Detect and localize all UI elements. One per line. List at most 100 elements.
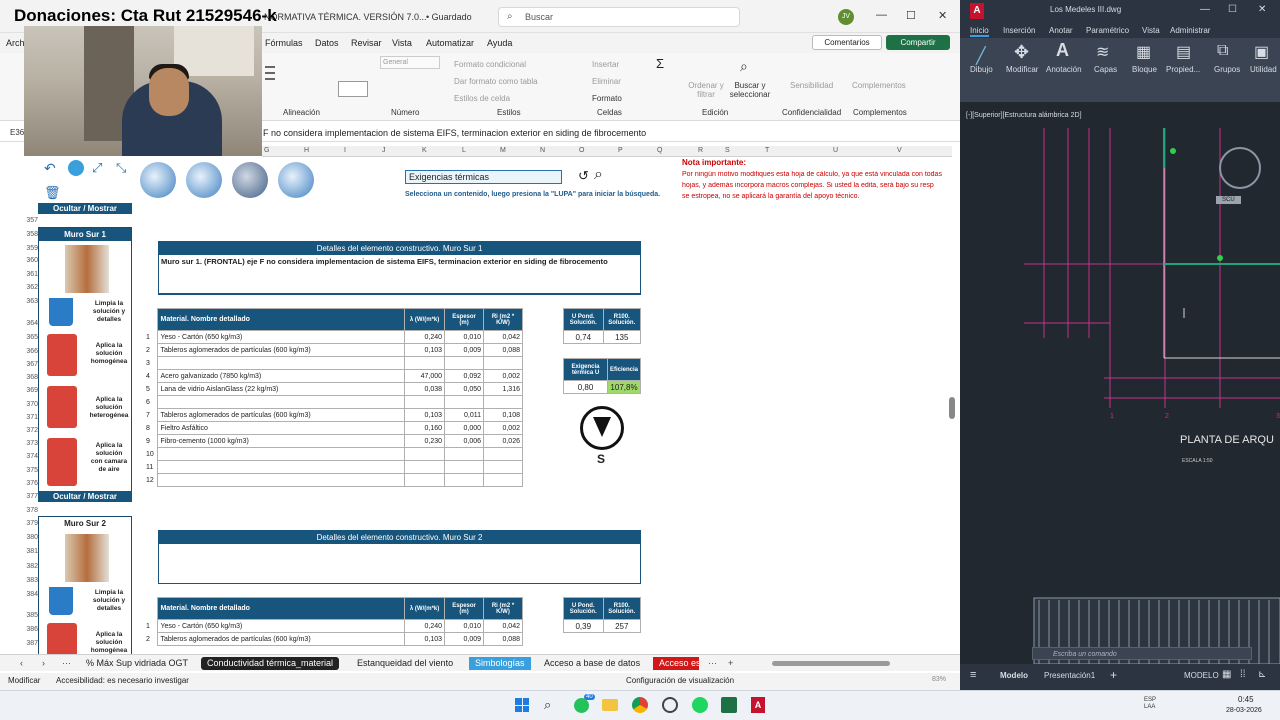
row-number[interactable]: 366: [24, 348, 38, 355]
avatar[interactable]: JV: [838, 9, 854, 25]
undo-icon[interactable]: ↶: [44, 160, 56, 177]
tab-acceso-es[interactable]: Acceso es: [653, 657, 699, 670]
chrome-icon[interactable]: [632, 697, 648, 713]
snap-icon[interactable]: ⁞⁞: [1240, 669, 1246, 680]
groups-icon[interactable]: ⧉: [1217, 42, 1228, 60]
tool-grupos[interactable]: Grupos: [1214, 65, 1240, 74]
col-header[interactable]: T: [765, 147, 769, 154]
menu-datos[interactable]: Datos: [315, 38, 339, 48]
row-number[interactable]: 361: [24, 271, 38, 278]
delete-cells[interactable]: Eliminar: [592, 77, 621, 86]
language-indicator[interactable]: ESP LAA: [1144, 697, 1162, 711]
apply-air-icon[interactable]: [47, 438, 77, 486]
row-number[interactable]: 377: [24, 493, 38, 500]
status-display-config[interactable]: Configuración de visualización: [626, 676, 734, 685]
tab-acceso-bd[interactable]: Acceso a base de datos: [538, 657, 646, 670]
col-header[interactable]: N: [540, 147, 545, 154]
explorer-icon[interactable]: [602, 699, 618, 711]
close-icon[interactable]: ✕: [938, 9, 947, 22]
autocad-drawing-canvas[interactable]: [-][Superior][Estructura alámbrica 2D] 1…: [964, 108, 1280, 664]
row-number[interactable]: 369: [24, 387, 38, 394]
search-icon[interactable]: ⌕: [544, 697, 551, 713]
maximize-icon[interactable]: ☐: [906, 9, 916, 22]
more-sheets-icon[interactable]: ···: [56, 657, 77, 670]
trash-icon[interactable]: 🗑: [44, 185, 61, 201]
acad-tab-vista[interactable]: Vista: [1142, 26, 1160, 35]
grid-icon[interactable]: ▦: [1222, 669, 1231, 680]
tab-estanqueidad[interactable]: Estanqueidad del viento: [351, 657, 459, 670]
clock-time[interactable]: 0:45: [1238, 695, 1254, 704]
row-number[interactable]: 378: [24, 507, 38, 514]
app-icon[interactable]: [662, 697, 678, 713]
acad-tab-anotar[interactable]: Anotar: [1049, 26, 1073, 35]
tab-simbologias[interactable]: Simbologías: [469, 657, 531, 670]
insert-cells[interactable]: Insertar: [592, 60, 619, 69]
save-macro-icon[interactable]: [68, 160, 84, 176]
prev-sheet-icon[interactable]: ‹: [14, 657, 29, 670]
tab-modelo[interactable]: Modelo: [1000, 671, 1028, 680]
minimize-icon[interactable]: —: [876, 9, 887, 21]
globe-icon-4[interactable]: [278, 162, 314, 198]
row-number[interactable]: 358: [24, 231, 38, 238]
acad-tab-insercion[interactable]: Inserción: [1003, 26, 1035, 35]
scu-badge[interactable]: SCU: [1216, 196, 1241, 204]
autocad-taskbar-icon[interactable]: A: [751, 697, 765, 713]
row-number[interactable]: 376: [24, 480, 38, 487]
acad-minimize-icon[interactable]: —: [1200, 4, 1210, 15]
row-number[interactable]: 368: [24, 374, 38, 381]
row-number[interactable]: 364: [24, 320, 38, 327]
apply-homo-icon[interactable]: [47, 623, 77, 657]
tool-propiedades[interactable]: Propied...: [1166, 65, 1200, 74]
muro1-details-text[interactable]: Muro sur 1. (FRONTAL) eje F no considera…: [159, 255, 640, 268]
model-space-button[interactable]: MODELO: [1184, 671, 1219, 680]
tool-utilidad[interactable]: Utilidad: [1250, 65, 1277, 74]
row-number[interactable]: 380: [24, 534, 38, 541]
autocad-logo-icon[interactable]: A: [970, 3, 984, 19]
row-number[interactable]: 363: [24, 298, 38, 305]
acad-close-icon[interactable]: ✕: [1258, 4, 1266, 15]
move-icon[interactable]: ✥: [1014, 42, 1029, 63]
block-icon[interactable]: ▦: [1136, 42, 1151, 62]
globe-icon-1[interactable]: [140, 162, 176, 198]
row-number[interactable]: 381: [24, 548, 38, 555]
tab-presentacion1[interactable]: Presentación1: [1044, 671, 1095, 680]
format-cells[interactable]: Formato: [592, 94, 622, 103]
acad-tab-administrar[interactable]: Administrar: [1170, 26, 1210, 35]
apply-homo-icon[interactable]: [47, 334, 77, 376]
excel-taskbar-icon[interactable]: [721, 697, 737, 713]
recycle-bin-icon[interactable]: [49, 587, 73, 615]
sensitivity-button[interactable]: Sensibilidad: [790, 81, 833, 90]
row-number[interactable]: 365: [24, 334, 38, 341]
acad-maximize-icon[interactable]: ☐: [1228, 4, 1237, 15]
row-number[interactable]: 383: [24, 577, 38, 584]
col-header[interactable]: O: [579, 147, 584, 154]
apply-hetero-icon[interactable]: [47, 386, 77, 428]
row-number[interactable]: 384: [24, 591, 38, 598]
alignment-icons[interactable]: [265, 62, 325, 102]
col-header[interactable]: I: [344, 147, 346, 154]
row-number[interactable]: 357: [24, 217, 38, 224]
col-header[interactable]: V: [897, 147, 902, 154]
col-header[interactable]: H: [304, 147, 309, 154]
row-number[interactable]: 386: [24, 626, 38, 633]
acad-tab-parametrico[interactable]: Paramétrico: [1086, 26, 1129, 35]
row-number[interactable]: 379: [24, 520, 38, 527]
tool-dibujo[interactable]: Dibujo: [970, 65, 993, 74]
row-number[interactable]: 371: [24, 414, 38, 421]
spotify-icon[interactable]: [692, 697, 708, 713]
search-topic-input[interactable]: Exigencias térmicas: [405, 170, 562, 184]
zoom-level[interactable]: 83%: [932, 676, 946, 683]
acad-tab-inicio[interactable]: Inicio: [970, 26, 989, 37]
tool-bloque[interactable]: Bloque: [1132, 65, 1157, 74]
row-number[interactable]: 375: [24, 467, 38, 474]
more-tabs-icon[interactable]: ···: [702, 657, 723, 670]
globe-icon-2[interactable]: [186, 162, 222, 198]
menu-revisar[interactable]: Revisar: [351, 38, 382, 48]
clock-date[interactable]: 28-03-2026: [1226, 707, 1262, 714]
conditional-format[interactable]: Formato condicional: [454, 60, 526, 69]
tab-conductividad[interactable]: Conductividad térmica_material: [201, 657, 340, 670]
add-layout-icon[interactable]: +: [1110, 668, 1117, 682]
cell-styles[interactable]: Estilos de celda: [454, 94, 510, 103]
menu-formulas[interactable]: Fórmulas: [265, 38, 303, 48]
menu-vista[interactable]: Vista: [392, 38, 412, 48]
